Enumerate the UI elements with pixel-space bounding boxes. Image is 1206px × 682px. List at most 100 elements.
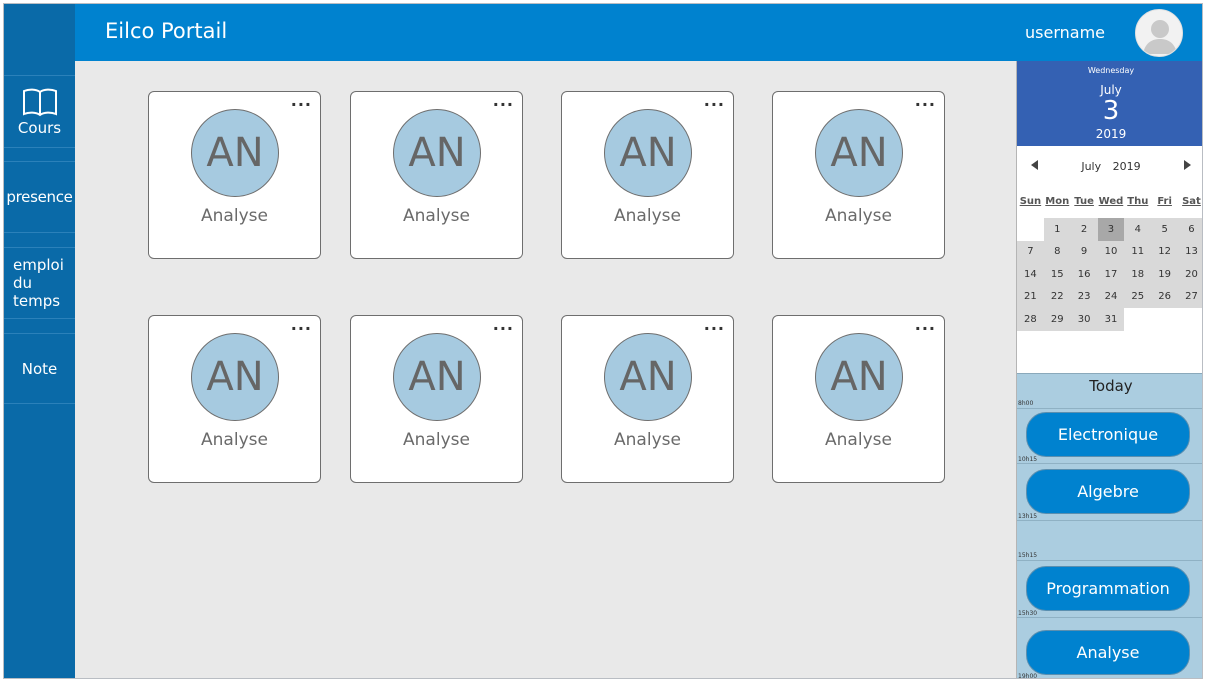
- calendar-day-cell[interactable]: 11: [1124, 240, 1152, 263]
- app-window: Cours presence emploi du temps Note Eilc…: [3, 3, 1203, 679]
- calendar-days: 1 2 3 4 5 6 7 8 9 10 11 12 13 14 15 16 17 18 19 20 21 22 23 24 2…: [1017, 218, 1202, 331]
- time-label: 19h00: [1018, 673, 1038, 679]
- weekday-header: Thu: [1127, 196, 1149, 207]
- course-initials: AN: [604, 109, 692, 197]
- calendar-day-cell[interactable]: 21: [1017, 285, 1044, 308]
- calendar-month: July: [1100, 83, 1122, 97]
- right-panel: Wednesday July 3 2019 July 2019 Sun Mon Tu…: [1016, 61, 1202, 679]
- course-title: Analyse: [614, 206, 681, 226]
- calendar-day-cell[interactable]: 9: [1070, 240, 1098, 263]
- nav-month[interactable]: July: [1081, 160, 1101, 173]
- calendar-day-cell[interactable]: 16: [1070, 263, 1098, 286]
- calendar-day-cell[interactable]: 22: [1043, 285, 1071, 308]
- calendar-grid: Sun Mon Tue Wed Thu Fri Sat 1 2 3 4 5 6 7 8 9 10 11 12 13 1…: [1017, 196, 1202, 331]
- sidebar-item-cours[interactable]: Cours: [4, 75, 75, 148]
- event-analyse[interactable]: Analyse: [1026, 630, 1190, 675]
- today-title: Today: [1089, 377, 1133, 395]
- calendar-day-cell[interactable]: 10: [1097, 240, 1125, 263]
- sidebar-item-presence[interactable]: presence: [4, 161, 75, 233]
- calendar-nav-label: July 2019: [1017, 160, 1202, 173]
- calendar-day-cell[interactable]: 20: [1178, 263, 1202, 286]
- more-options-icon[interactable]: ...: [915, 93, 936, 109]
- calendar-day-cell[interactable]: 14: [1017, 263, 1044, 286]
- calendar-day-cell[interactable]: 8: [1043, 240, 1071, 263]
- more-options-icon[interactable]: ...: [704, 317, 725, 333]
- app-title: Eilco Portail: [105, 19, 228, 43]
- weekday-header: Sat: [1182, 196, 1201, 207]
- course-title: Analyse: [201, 430, 268, 450]
- slot-divider: [1017, 408, 1202, 409]
- course-initials: AN: [604, 333, 692, 421]
- calendar-day-cell[interactable]: 13: [1178, 240, 1202, 263]
- weekday-header: Sun: [1019, 196, 1042, 207]
- calendar-date-header: Wednesday July 3 2019: [1017, 61, 1202, 146]
- calendar-day-cell[interactable]: 27: [1178, 285, 1202, 308]
- calendar-day-cell[interactable]: 29: [1043, 308, 1071, 331]
- calendar-day-cell[interactable]: 4: [1124, 218, 1152, 241]
- calendar-day-cell[interactable]: 24: [1097, 285, 1125, 308]
- calendar-day-cell[interactable]: 30: [1070, 308, 1098, 331]
- event-algebre[interactable]: Algebre: [1026, 469, 1190, 514]
- sidebar-item-label: Note: [21, 359, 58, 378]
- nav-year[interactable]: 2019: [1113, 160, 1141, 173]
- more-options-icon[interactable]: ...: [493, 317, 514, 333]
- event-electronique[interactable]: Electronique: [1026, 412, 1190, 457]
- chevron-right-icon[interactable]: [1184, 160, 1191, 170]
- course-card[interactable]: ... AN Analyse: [561, 91, 734, 259]
- calendar-day-cell[interactable]: 17: [1097, 263, 1125, 286]
- sidebar: Cours presence emploi du temps Note: [4, 4, 75, 678]
- course-initials: AN: [815, 333, 903, 421]
- more-options-icon[interactable]: ...: [291, 317, 312, 333]
- course-title: Analyse: [825, 430, 892, 450]
- username-label[interactable]: username: [1025, 23, 1105, 42]
- calendar-day-cell[interactable]: 7: [1017, 240, 1044, 263]
- sidebar-item-label: presence: [6, 188, 73, 206]
- more-options-icon[interactable]: ...: [704, 93, 725, 109]
- calendar-day-cell[interactable]: 3: [1097, 218, 1125, 241]
- book-icon: [22, 88, 57, 116]
- slot-divider: [1017, 617, 1202, 618]
- calendar-day-cell[interactable]: 2: [1070, 218, 1098, 241]
- calendar-day-cell[interactable]: 25: [1124, 285, 1152, 308]
- calendar-day-cell[interactable]: 1: [1043, 218, 1071, 241]
- calendar-day-cell[interactable]: 12: [1151, 240, 1179, 263]
- course-card[interactable]: ... AN Analyse: [772, 91, 945, 259]
- course-title: Analyse: [825, 206, 892, 226]
- course-card[interactable]: ... AN Analyse: [561, 315, 734, 483]
- sidebar-item-label: emploi du temps: [13, 256, 64, 310]
- sidebar-item-emploi-du-temps[interactable]: emploi du temps: [4, 247, 75, 319]
- course-card[interactable]: ... AN Analyse: [350, 315, 523, 483]
- course-initials: AN: [191, 109, 279, 197]
- calendar-day-cell[interactable]: 31: [1097, 308, 1125, 331]
- weekday-header: Fri: [1157, 196, 1172, 207]
- course-initials: AN: [393, 109, 481, 197]
- calendar-weekday: Wednesday: [1087, 66, 1135, 75]
- more-options-icon[interactable]: ...: [493, 93, 514, 109]
- calendar-day-cell[interactable]: 28: [1017, 308, 1044, 331]
- calendar-day-cell[interactable]: 5: [1151, 218, 1179, 241]
- course-card[interactable]: ... AN Analyse: [772, 315, 945, 483]
- calendar-day-cell[interactable]: 6: [1178, 218, 1202, 241]
- calendar-day-cell[interactable]: 15: [1043, 263, 1071, 286]
- calendar-day-cell[interactable]: 23: [1070, 285, 1098, 308]
- event-programmation[interactable]: Programmation: [1026, 566, 1190, 611]
- course-card[interactable]: ... AN Analyse: [148, 91, 321, 259]
- calendar-day-cell[interactable]: 18: [1124, 263, 1152, 286]
- slot-divider: [1017, 520, 1202, 521]
- course-initials: AN: [815, 109, 903, 197]
- weekday-header: Wed: [1098, 196, 1124, 207]
- time-label: 15h15: [1018, 552, 1038, 559]
- avatar[interactable]: [1135, 9, 1183, 57]
- calendar-day: 3: [1102, 96, 1120, 126]
- course-title: Analyse: [614, 430, 681, 450]
- calendar-year: 2019: [1095, 127, 1127, 141]
- more-options-icon[interactable]: ...: [915, 317, 936, 333]
- sidebar-item-note[interactable]: Note: [4, 333, 75, 404]
- calendar-day-cell[interactable]: 26: [1151, 285, 1179, 308]
- course-initials: AN: [393, 333, 481, 421]
- course-title: Analyse: [403, 206, 470, 226]
- course-card[interactable]: ... AN Analyse: [350, 91, 523, 259]
- more-options-icon[interactable]: ...: [291, 93, 312, 109]
- calendar-day-cell[interactable]: 19: [1151, 263, 1179, 286]
- course-card[interactable]: ... AN Analyse: [148, 315, 321, 483]
